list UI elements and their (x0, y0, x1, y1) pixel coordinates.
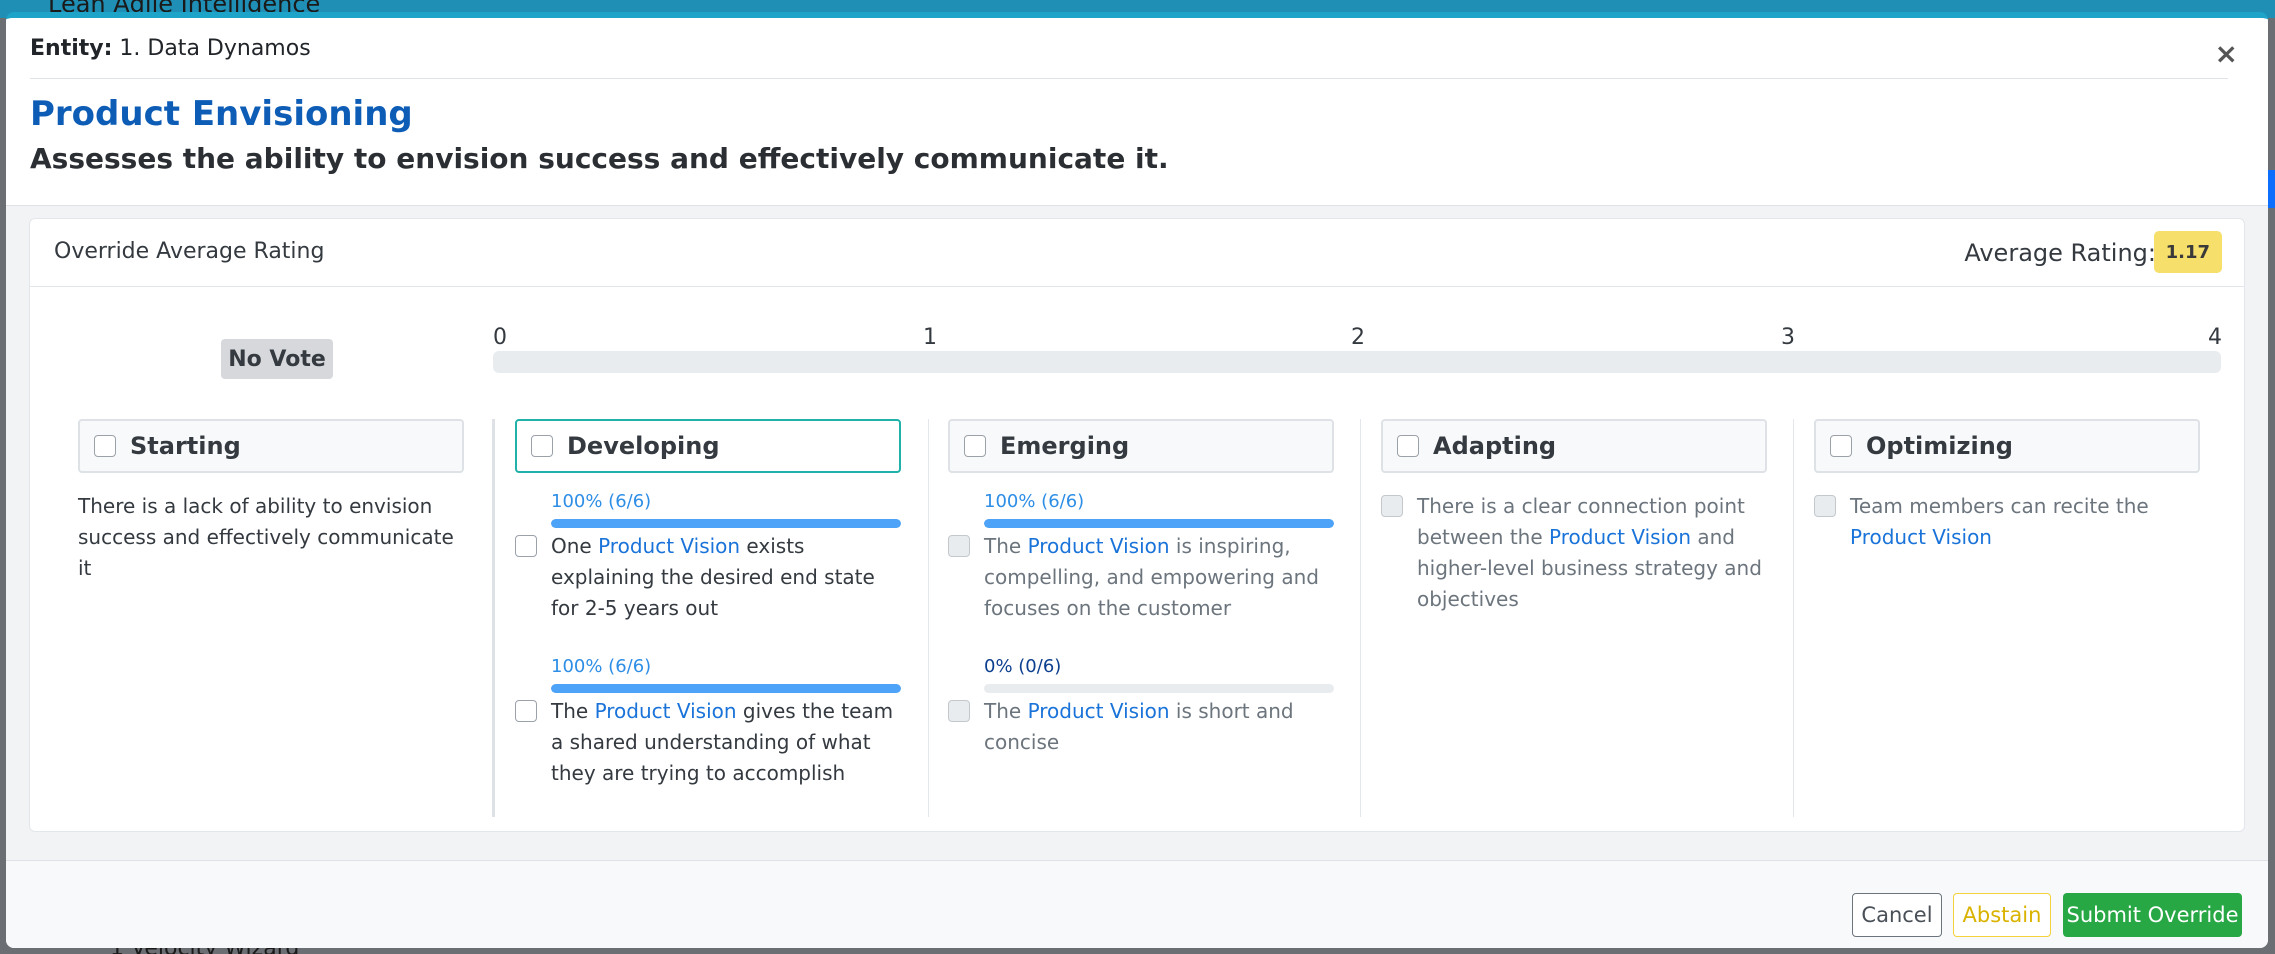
scale-tick-2: 2 (1351, 325, 1365, 350)
level-checkbox[interactable] (94, 435, 116, 457)
criterion-progress-bar (551, 519, 901, 528)
rating-override-modal: Entity: 1. Data Dynamos × Product Envisi… (6, 12, 2268, 948)
level-box-optimizing[interactable]: Optimizing (1814, 419, 2200, 473)
scale-tick-0: 0 (493, 325, 507, 350)
average-rating-badge: 1.17 (2153, 231, 2222, 273)
product-vision-link[interactable]: Product Vision (1028, 534, 1170, 558)
header-divider (30, 78, 2228, 79)
product-vision-link[interactable]: Product Vision (1028, 699, 1170, 723)
level-checkbox[interactable] (964, 435, 986, 457)
criterion-text: The Product Vision is inspiring, compell… (984, 531, 1338, 624)
criterion-row: Team members can recite the Product Visi… (1814, 491, 2204, 553)
criterion-progress-bar (984, 684, 1334, 693)
criterion-checkbox[interactable] (1814, 495, 1836, 517)
criterion-percent: 0% (0/6) (984, 656, 1062, 677)
level-column-developing: Developing 100% (6/6) One Product Vision… (515, 419, 905, 817)
level-label: Starting (130, 432, 241, 460)
product-vision-link[interactable]: Product Vision (1850, 525, 1992, 549)
criterion-row: One Product Vision exists explaining the… (515, 531, 905, 624)
column-divider (492, 419, 495, 817)
progress-fill (551, 684, 901, 693)
level-column-emerging: Emerging 100% (6/6) The Product Vision i… (948, 419, 1338, 817)
criterion-row: The Product Vision is inspiring, compell… (948, 531, 1338, 624)
level-label: Adapting (1433, 432, 1557, 460)
product-vision-link[interactable]: Product Vision (1549, 525, 1691, 549)
criterion-progress-bar (984, 519, 1334, 528)
level-label: Optimizing (1866, 432, 2013, 460)
criterion-checkbox[interactable] (515, 535, 537, 557)
criterion-text-pre: The (984, 534, 1028, 558)
level-description: There is a lack of ability to envision s… (78, 494, 454, 580)
criterion-checkbox[interactable] (948, 700, 970, 722)
scale-tick-1: 1 (923, 325, 937, 350)
column-divider (1360, 419, 1361, 817)
column-divider (1793, 419, 1794, 817)
entity-value: 1. Data Dynamos (119, 36, 311, 61)
product-vision-link[interactable]: Product Vision (598, 534, 740, 558)
cancel-button[interactable]: Cancel (1852, 893, 1942, 937)
modal-footer: Cancel Abstain Submit Override (6, 860, 2268, 948)
criterion-percent: 100% (6/6) (551, 491, 652, 512)
card-header: Override Average Rating Average Rating: … (30, 219, 2244, 287)
level-column-adapting: Adapting There is a clear connection poi… (1381, 419, 1771, 817)
level-checkbox[interactable] (1397, 435, 1419, 457)
rating-slider-track[interactable] (493, 351, 2221, 373)
criterion-text-pre: The (551, 699, 595, 723)
criterion-text-pre: One (551, 534, 599, 558)
criterion-text: The Product Vision gives the team a shar… (551, 696, 905, 789)
level-box-starting[interactable]: Starting (78, 419, 464, 473)
criterion-text: One Product Vision exists explaining the… (551, 531, 905, 624)
level-box-adapting[interactable]: Adapting (1381, 419, 1767, 473)
page-subtitle: Assesses the ability to envision success… (30, 142, 1169, 175)
criterion-percent: 100% (6/6) (984, 491, 1085, 512)
criterion-text-pre: Team members can recite the (1850, 494, 2149, 518)
average-rating-label: Average Rating: (1964, 239, 2156, 267)
entity-label: Entity: (30, 36, 113, 61)
criterion-checkbox[interactable] (1381, 495, 1403, 517)
close-icon[interactable]: × (2215, 40, 2238, 68)
criterion-text-pre: The (984, 699, 1028, 723)
criterion-text: There is a clear connection point betwee… (1417, 491, 1771, 615)
criterion-progress-bar (551, 684, 901, 693)
criterion-checkbox[interactable] (948, 535, 970, 557)
page-title: Product Envisioning (30, 94, 413, 134)
submit-override-button[interactable]: Submit Override (2063, 893, 2242, 937)
level-checkbox[interactable] (531, 435, 553, 457)
column-divider (928, 419, 929, 817)
level-column-optimizing: Optimizing Team members can recite the P… (1814, 419, 2204, 817)
rating-card: Override Average Rating Average Rating: … (29, 218, 2245, 832)
criterion-checkbox[interactable] (515, 700, 537, 722)
criterion-text: The Product Vision is short and concise (984, 696, 1338, 758)
level-box-emerging[interactable]: Emerging (948, 419, 1334, 473)
level-checkbox[interactable] (1830, 435, 1852, 457)
no-vote-button[interactable]: No Vote (221, 339, 333, 379)
criterion-percent: 100% (6/6) (551, 656, 652, 677)
abstain-button[interactable]: Abstain (1953, 893, 2051, 937)
criterion-text: Team members can recite the Product Visi… (1850, 491, 2204, 553)
card-title: Override Average Rating (54, 239, 325, 264)
progress-fill (551, 519, 901, 528)
level-column-starting: Starting There is a lack of ability to e… (78, 419, 468, 817)
modal-header: Entity: 1. Data Dynamos × Product Envisi… (6, 18, 2268, 206)
criterion-row: The Product Vision gives the team a shar… (515, 696, 905, 789)
criterion-row: The Product Vision is short and concise (948, 696, 1338, 758)
scale-tick-3: 3 (1781, 325, 1795, 350)
scale-tick-4: 4 (2208, 325, 2222, 350)
level-label: Developing (567, 432, 720, 460)
entity-line: Entity: 1. Data Dynamos (30, 36, 311, 61)
level-label: Emerging (1000, 432, 1130, 460)
progress-fill (984, 519, 1334, 528)
criterion-row: There is a clear connection point betwee… (1381, 491, 1771, 615)
product-vision-link[interactable]: Product Vision (595, 699, 737, 723)
level-box-developing[interactable]: Developing (515, 419, 901, 473)
